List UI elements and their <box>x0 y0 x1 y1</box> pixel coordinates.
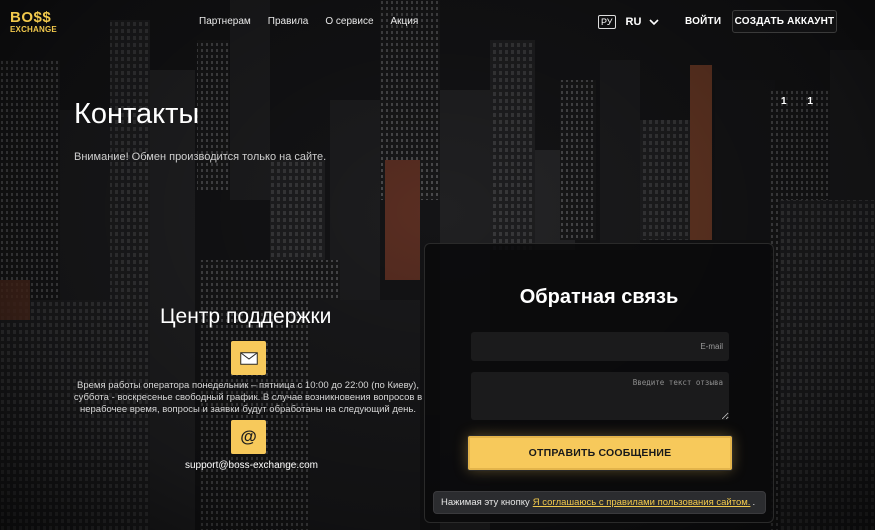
envelope-icon <box>231 341 266 375</box>
email-field[interactable] <box>471 332 729 361</box>
chevron-down-icon <box>649 19 659 26</box>
feedback-title: Обратная связь <box>519 286 679 308</box>
consent-note: Нажимая эту кнопку Я соглашаюсь с правил… <box>433 491 766 514</box>
message-textarea[interactable] <box>471 372 729 420</box>
rules-agreement-link[interactable]: Я соглашаюсь с правилами пользования сай… <box>533 497 751 508</box>
page-title: Контакты <box>74 98 200 130</box>
brand-logo[interactable]: BO$$ EXCHANGE <box>10 10 60 34</box>
support-email-link[interactable]: support@boss-exchange.com <box>185 460 318 471</box>
nav-link-promo[interactable]: Акция <box>391 16 419 27</box>
main-nav: Партнерам Правила О сервисе Акция <box>199 16 418 27</box>
feedback-panel: Обратная связь ОТПРАВИТЬ СООБЩЕНИЕ <box>424 243 774 523</box>
login-button[interactable]: ВОЙТИ <box>685 16 721 27</box>
language-code: RU <box>625 16 642 28</box>
signup-button[interactable]: СОЗДАТЬ АККАУНТ <box>732 10 837 33</box>
consent-suffix: . <box>752 497 756 508</box>
logo-text-sub: EXCHANGE <box>10 25 57 34</box>
top-header: BO$$ EXCHANGE Партнерам Правила О сервис… <box>0 0 875 44</box>
corner-numbers: 1 1 <box>781 96 822 107</box>
nav-link-rules[interactable]: Правила <box>268 16 309 27</box>
support-title: Центр поддержки <box>160 305 332 328</box>
send-message-button[interactable]: ОТПРАВИТЬ СООБЩЕНИЕ <box>468 436 732 470</box>
at-sign-icon: @ <box>231 420 266 454</box>
consent-prefix: Нажимая эту кнопку <box>441 497 530 508</box>
support-hours-text: Время работы оператора понедельник – пят… <box>73 380 423 415</box>
nav-link-about[interactable]: О сервисе <box>325 16 373 27</box>
logo-text-main: BO$$ <box>10 9 52 26</box>
language-flag-icon: РУ <box>598 15 616 29</box>
language-selector[interactable]: РУ RU <box>598 15 661 29</box>
nav-link-partners[interactable]: Партнерам <box>199 16 251 27</box>
site-notice: Внимание! Обмен производится только на с… <box>74 151 327 163</box>
